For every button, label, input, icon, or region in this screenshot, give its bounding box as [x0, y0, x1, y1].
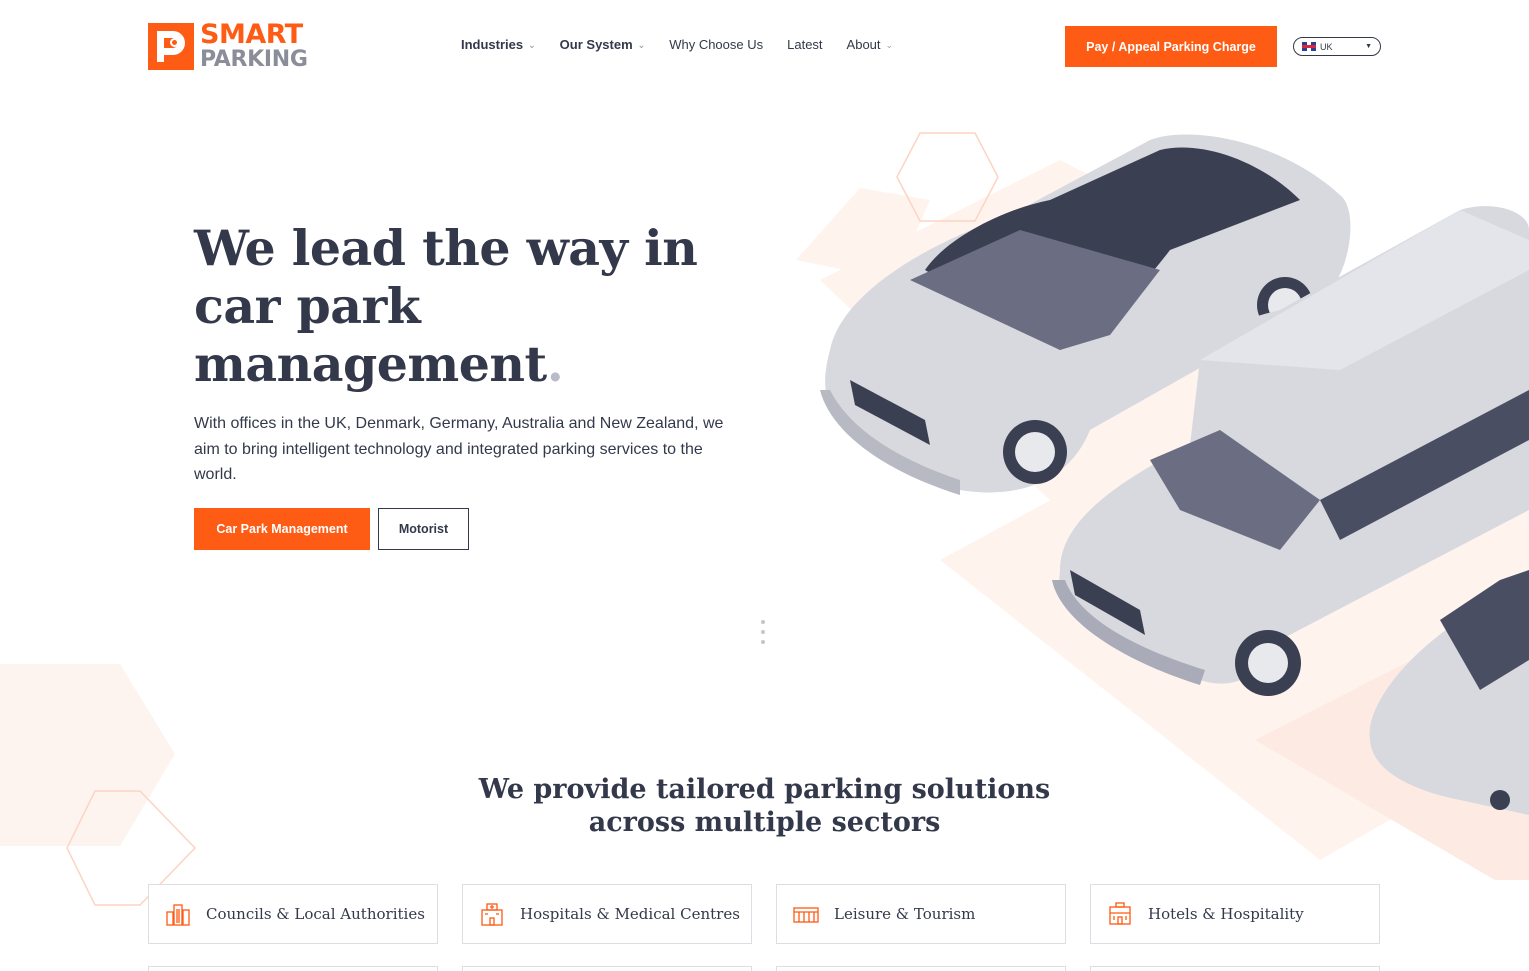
- logo-p-icon: [148, 23, 194, 70]
- hero-title-dot: .: [546, 335, 564, 393]
- hero-title-line-3: management: [194, 335, 547, 393]
- nav-item-label: Why Choose Us: [669, 37, 764, 52]
- site-header: SMART PARKING Industries ⌄ Our System ⌄ …: [0, 0, 1529, 92]
- sector-card-label: Hotels & Hospitality: [1148, 905, 1304, 923]
- nav-item-industries[interactable]: Industries ⌄: [461, 37, 536, 52]
- caret-down-icon: ▼: [1365, 43, 1372, 50]
- hero-title: We lead the way in car park management.: [194, 219, 754, 393]
- hero-title-line-2: car park: [194, 277, 421, 335]
- chevron-down-icon: ⌄: [528, 40, 536, 50]
- sector-card[interactable]: [1090, 966, 1380, 971]
- logo[interactable]: SMART PARKING: [148, 19, 308, 72]
- sector-card-leisure[interactable]: Leisure & Tourism: [776, 884, 1066, 944]
- nav-item-latest[interactable]: Latest: [787, 37, 822, 52]
- sector-cards: Councils & Local Authorities Hospitals &…: [148, 884, 1380, 944]
- car-park-management-button[interactable]: Car Park Management: [194, 508, 370, 550]
- pay-appeal-button[interactable]: Pay / Appeal Parking Charge: [1065, 26, 1277, 67]
- sector-card-label: Hospitals & Medical Centres: [520, 905, 740, 923]
- main-nav: Industries ⌄ Our System ⌄ Why Choose Us …: [461, 37, 917, 52]
- uk-flag-icon: [1302, 42, 1316, 51]
- sector-card-label: Councils & Local Authorities: [206, 905, 425, 923]
- nav-item-label: About: [846, 37, 881, 52]
- locale-select[interactable]: UK ▼: [1293, 37, 1381, 56]
- sector-card[interactable]: [776, 966, 1066, 971]
- sector-card-label: Leisure & Tourism: [834, 905, 976, 923]
- nav-item-why-choose-us[interactable]: Why Choose Us: [669, 37, 763, 52]
- hero-title-line-1: We lead the way in: [194, 219, 698, 277]
- logo-wordmark: SMART PARKING: [200, 19, 308, 72]
- hero-subtitle: With offices in the UK, Denmark, Germany…: [194, 415, 724, 483]
- logo-line1: SMART: [200, 19, 303, 51]
- nav-item-label: Our System: [559, 37, 633, 52]
- sectors-heading: We provide tailored parking solutions ac…: [400, 773, 1129, 839]
- sector-card[interactable]: [462, 966, 752, 971]
- sector-card-councils[interactable]: Councils & Local Authorities: [148, 884, 438, 944]
- hotel-icon: [1109, 902, 1131, 925]
- chevron-down-icon: ⌄: [885, 40, 894, 50]
- sectors-heading-line-2: across multiple sectors: [588, 807, 941, 838]
- sector-card[interactable]: [148, 966, 438, 971]
- nav-item-our-system[interactable]: Our System ⌄: [560, 37, 646, 52]
- sectors-heading-line-1: We provide tailored parking solutions: [478, 774, 1051, 805]
- stadium-icon: [793, 907, 819, 923]
- hospital-icon: [481, 903, 503, 926]
- hexagon-decoration: [0, 664, 197, 906]
- city-buildings-icon: [166, 904, 190, 926]
- logo-line2: PARKING: [200, 46, 308, 72]
- nav-item-about[interactable]: About ⌄: [847, 37, 894, 52]
- sector-card-hospitals[interactable]: Hospitals & Medical Centres: [462, 884, 752, 944]
- sector-cards-row-2: [148, 966, 1380, 971]
- sector-card-hotels[interactable]: Hotels & Hospitality: [1090, 884, 1380, 944]
- locale-value: UK: [1320, 41, 1333, 52]
- chevron-down-icon: ⌄: [637, 40, 646, 50]
- motorist-button[interactable]: Motorist: [378, 508, 469, 550]
- hero-cars-illustration: [796, 132, 1529, 880]
- nav-item-label: Latest: [787, 37, 823, 52]
- nav-item-label: Industries: [461, 37, 524, 52]
